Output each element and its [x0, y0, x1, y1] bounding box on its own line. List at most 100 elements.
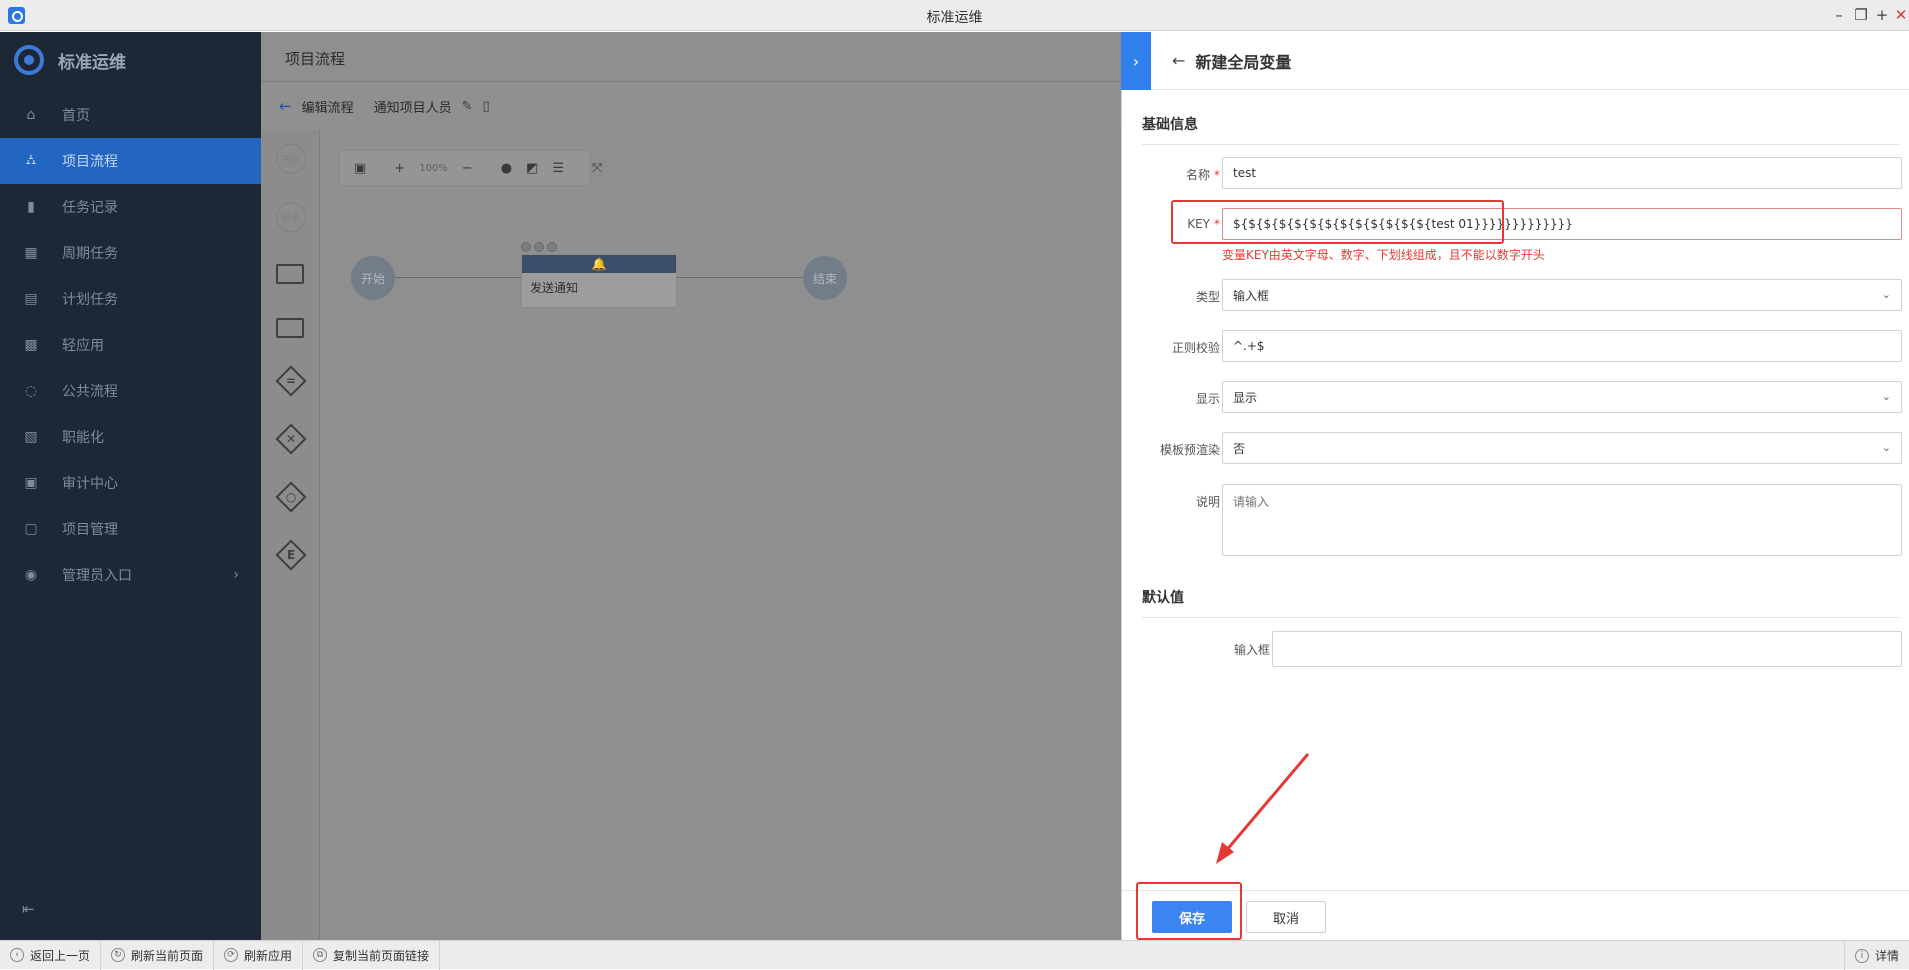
display-select-value: 显示 [1233, 390, 1258, 405]
zoom-level: 100% [419, 162, 448, 174]
palette-parallel-gateway[interactable]: = [275, 365, 307, 397]
end-node[interactable]: 结束 [803, 256, 847, 300]
collapse-sidebar-icon[interactable]: ⇤ [22, 900, 35, 918]
flow-canvas[interactable]: ▣ + 100% − ● ◩ ☰ ⤧ 开始 🔔 发送通知 结束 [321, 130, 1121, 940]
sidebar-item-label: 计划任务 [62, 292, 118, 308]
sidebar-item-periodic-tasks[interactable]: ▦ 周期任务 [0, 230, 261, 276]
refresh-app-icon: ⟳ [224, 948, 239, 962]
palette-task-node[interactable] [276, 264, 304, 284]
palette-start-node[interactable]: 开始 [276, 144, 306, 174]
info-icon: i [1854, 948, 1869, 963]
sidebar-item-planned-tasks[interactable]: ▤ 计划任务 [0, 276, 261, 322]
palette-conditional-gateway[interactable]: E [275, 539, 307, 571]
briefcase-icon: ▢ [24, 521, 38, 537]
key-label: KEY * [1187, 217, 1220, 231]
zoom-out-icon[interactable]: − [462, 161, 473, 176]
regex-input[interactable]: ^.+$ [1222, 330, 1902, 362]
copy-link-button[interactable]: ⧉ 复制当前页面链接 [303, 940, 441, 970]
prerender-select[interactable]: 否 ⌄ [1222, 432, 1902, 464]
key-label-text: KEY [1187, 217, 1210, 231]
new-window-icon[interactable]: + [1872, 5, 1892, 25]
canvas-toolbar: ▣ + 100% − ● ◩ ☰ ⤧ [339, 150, 602, 186]
required-mark: * [1214, 217, 1220, 231]
list-icon[interactable]: ☰ [552, 161, 564, 176]
logo[interactable]: 标准运维 [14, 42, 126, 78]
fit-icon[interactable]: ◩ [526, 161, 538, 176]
sidebar-item-label: 职能化 [62, 430, 104, 446]
sidebar-item-light-apps[interactable]: ▩ 轻应用 [0, 322, 261, 368]
status-dot [521, 242, 531, 252]
refresh-page-button[interactable]: ↻ 刷新当前页面 [101, 940, 215, 970]
layout-icon[interactable]: ▣ [354, 161, 366, 176]
restore-icon[interactable]: ❐ [1851, 5, 1871, 25]
sidebar-item-label: 公共流程 [62, 384, 118, 400]
minimize-icon[interactable]: – [1829, 5, 1849, 25]
sidebar-item-project-management[interactable]: ▢ 项目管理 [0, 506, 261, 552]
regex-label: 正则校验 [1171, 341, 1220, 355]
flow-edge [395, 277, 521, 278]
back-page-button[interactable]: ‹ 返回上一页 [0, 940, 102, 970]
drawer-footer: 保存 取消 [1122, 890, 1909, 940]
palette-branch-gateway[interactable]: ✕ [275, 423, 307, 455]
copy-link-label: 复制当前页面链接 [333, 948, 430, 963]
sidebar-item-admin-entry[interactable]: ◉ 管理员入口 › [0, 552, 261, 598]
apps-icon: ▩ [24, 337, 38, 353]
logo-icon [14, 45, 44, 75]
sidebar-item-audit-center[interactable]: ▣ 审计中心 [0, 460, 261, 506]
palette-subflow-node[interactable] [276, 318, 304, 338]
refresh-cycle-icon: ◌ [24, 383, 38, 399]
sidebar-item-label: 项目管理 [62, 522, 118, 538]
details-button[interactable]: i 详情 [1843, 941, 1909, 970]
default-value-input[interactable] [1272, 631, 1902, 667]
description-label: 说明 [1195, 495, 1220, 509]
palette-converge-gateway[interactable]: ○ [275, 481, 307, 513]
type-select-value: 输入框 [1233, 288, 1270, 303]
default-value-label: 输入框 [1233, 643, 1270, 657]
refresh-page-label: 刷新当前页面 [131, 948, 204, 963]
page-header: 项目流程 [261, 32, 1121, 82]
key-error-message: 变量KEY由英文字母、数字、下划线组成，且不能以数字开头 [1222, 248, 1545, 262]
status-dot [547, 242, 557, 252]
display-label: 显示 [1195, 392, 1220, 406]
bookmark-icon: ▮ [27, 199, 35, 215]
sidebar-item-functionalization[interactable]: ▧ 职能化 [0, 414, 261, 460]
sidebar-item-label: 首页 [62, 108, 90, 124]
back-page-label: 返回上一页 [30, 948, 91, 963]
name-label-text: 名称 [1185, 168, 1210, 182]
sidebar-item-project-flow[interactable]: ⛼ 项目流程 [0, 138, 261, 184]
task-node[interactable]: 🔔 发送通知 [521, 254, 677, 308]
sidebar-item-label: 周期任务 [62, 246, 118, 262]
chevron-down-icon: ⌄ [1881, 441, 1891, 454]
zoom-in-icon[interactable]: + [394, 161, 405, 176]
palette-end-node[interactable]: 结束 [276, 202, 306, 232]
key-input[interactable]: ${${${${${${${${${${${${${test 01}}}}}}}… [1222, 208, 1902, 240]
display-select[interactable]: 显示 ⌄ [1222, 381, 1902, 413]
document-icon[interactable]: ▯ [483, 99, 490, 114]
sidebar-item-public-flow[interactable]: ◌ 公共流程 [0, 368, 261, 414]
equals-icon: = [285, 374, 297, 388]
status-dot [534, 242, 544, 252]
description-textarea[interactable] [1222, 484, 1902, 556]
default-value-section-title: 默认值 [1142, 587, 1900, 618]
reset-icon[interactable]: ● [501, 161, 512, 176]
sidebar-item-task-records[interactable]: ▮ 任务记录 [0, 184, 261, 230]
cancel-button[interactable]: 取消 [1246, 901, 1326, 933]
back-arrow-icon[interactable]: ← [1172, 51, 1185, 70]
back-arrow-icon[interactable]: ← [279, 97, 292, 115]
name-input[interactable]: test [1222, 157, 1902, 189]
name-label: 名称 * [1186, 166, 1220, 183]
refresh-app-button[interactable]: ⟳ 刷新应用 [214, 940, 304, 970]
save-button[interactable]: 保存 [1152, 901, 1232, 933]
flow-icon: ⛼ [25, 152, 37, 168]
type-select[interactable]: 输入框 ⌄ [1222, 279, 1902, 311]
edit-flow-link[interactable]: 编辑流程 [302, 97, 354, 116]
sidebar-item-label: 项目流程 [62, 154, 118, 170]
drawer-collapse-chevron-icon[interactable]: › [1121, 32, 1151, 90]
refresh-app-label: 刷新应用 [244, 948, 293, 963]
close-icon[interactable]: ✕ [1891, 5, 1909, 25]
sidebar-item-home[interactable]: ⌂ 首页 [0, 92, 261, 138]
window-titlebar: 标准运维 – ❐ + ✕ [0, 0, 1909, 31]
pencil-icon[interactable]: ✎ [462, 99, 473, 114]
start-node[interactable]: 开始 [351, 256, 395, 300]
fullscreen-icon[interactable]: ⤧ [592, 161, 602, 176]
